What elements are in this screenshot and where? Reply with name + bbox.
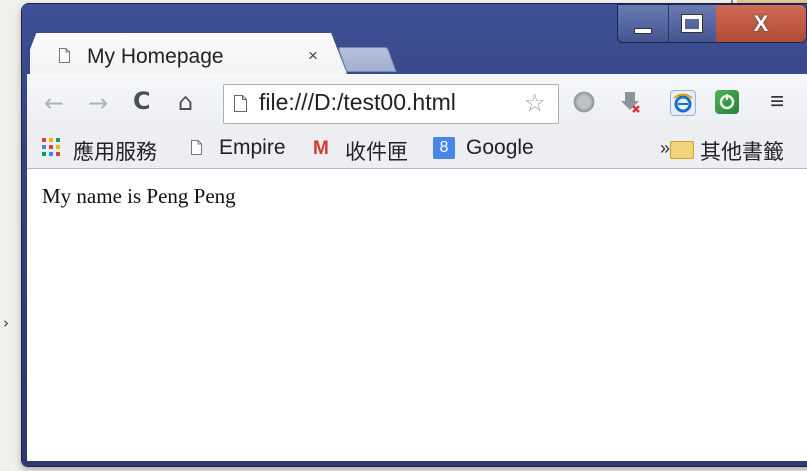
extension-download-icon[interactable]: [618, 90, 642, 114]
bookmark-inbox[interactable]: 收件匣: [345, 136, 408, 166]
address-url[interactable]: file:///D:/test00.html: [259, 89, 456, 116]
minimize-icon: [635, 28, 651, 33]
bookmark-apps[interactable]: 應用服務: [73, 136, 157, 166]
bookmark-other-folder[interactable]: 其他書籤: [700, 136, 784, 166]
bookmark-star-icon[interactable]: ☆: [524, 89, 546, 118]
arrow-icon: ›: [3, 314, 9, 332]
document-icon: [191, 140, 202, 155]
minimize-button[interactable]: [618, 5, 669, 42]
gmail-icon: M: [313, 138, 329, 159]
document-icon: [59, 48, 70, 63]
bookmark-google[interactable]: Google: [466, 136, 534, 160]
window-controls: X: [617, 4, 807, 43]
menu-icon[interactable]: ≡: [770, 88, 784, 116]
page-content: [27, 169, 807, 461]
bookmark-empire[interactable]: Empire: [219, 136, 286, 160]
page-icon: [234, 95, 247, 112]
new-tab-button[interactable]: [337, 47, 397, 72]
apps-grid-icon: [42, 138, 60, 156]
maximize-icon: [682, 15, 702, 32]
close-window-button[interactable]: X: [716, 5, 806, 42]
maximize-button[interactable]: [668, 5, 717, 42]
back-button[interactable]: ←: [44, 89, 64, 117]
home-button[interactable]: ⌂: [178, 88, 193, 116]
more-bookmarks-button[interactable]: »: [660, 138, 670, 159]
page-body-text: My name is Peng Peng: [42, 184, 236, 208]
tab-close-button[interactable]: ×: [308, 46, 318, 66]
extension-green-icon[interactable]: [715, 90, 739, 114]
google-icon: 8: [433, 137, 455, 159]
extension-ie-icon[interactable]: [670, 90, 696, 116]
forward-button[interactable]: →: [88, 89, 108, 117]
extension-stop-icon[interactable]: [572, 90, 596, 114]
tab-title: My Homepage: [87, 45, 224, 68]
folder-icon: [670, 141, 694, 159]
reload-button[interactable]: C: [133, 87, 151, 115]
close-icon: X: [753, 10, 769, 36]
